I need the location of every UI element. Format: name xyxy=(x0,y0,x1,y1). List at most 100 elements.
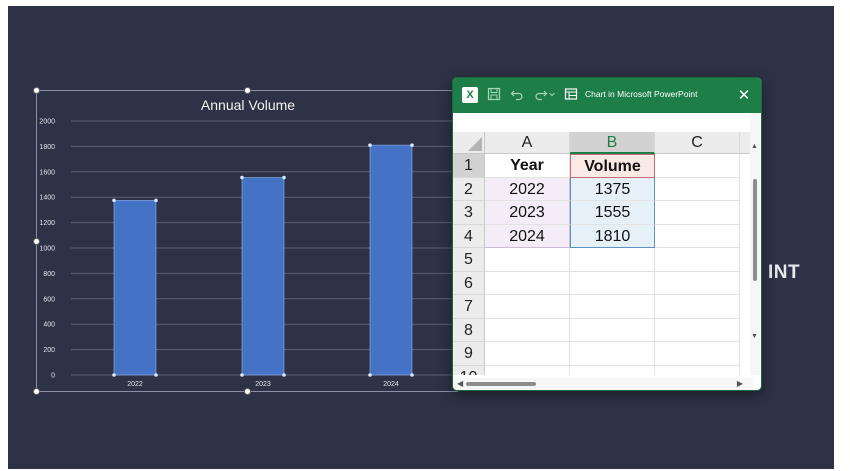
excel-datasheet-window[interactable]: X Chart in Microsoft PowerPoint ✕ A B C … xyxy=(452,77,762,391)
redo-dropdown-icon[interactable] xyxy=(548,87,556,103)
empty-cell[interactable] xyxy=(570,271,655,295)
cell-b2[interactable]: 1375 xyxy=(570,177,655,201)
y-tick-label: 0 xyxy=(51,373,55,380)
column-header-b[interactable]: B xyxy=(570,132,655,154)
bar-selection-handle xyxy=(240,373,244,377)
chart-bars xyxy=(112,143,414,377)
bar-selection-handle xyxy=(154,198,158,203)
close-icon[interactable]: ✕ xyxy=(735,85,753,105)
row-header-7[interactable]: 7 xyxy=(453,295,485,319)
horizontal-scrollbar[interactable]: ◀ ▶ xyxy=(453,378,753,390)
resize-handle-bottom-left[interactable] xyxy=(33,388,40,395)
cell-c1[interactable] xyxy=(655,154,740,178)
bar-selection-handle xyxy=(410,143,414,147)
row-header-5[interactable]: 5 xyxy=(453,248,485,272)
y-tick-label: 400 xyxy=(43,322,55,329)
excel-logo-icon: X xyxy=(462,87,478,103)
y-tick-label: 2000 xyxy=(39,119,55,126)
empty-cell[interactable] xyxy=(485,271,570,295)
bar-2024[interactable] xyxy=(369,144,413,376)
column-header-a[interactable]: A xyxy=(485,132,570,154)
scroll-down-icon[interactable]: ▼ xyxy=(751,333,758,340)
row-header-2[interactable]: 2 xyxy=(453,177,485,201)
row-header-6[interactable]: 6 xyxy=(453,271,485,295)
scroll-right-icon[interactable]: ▶ xyxy=(737,379,743,388)
horizontal-scroll-thumb[interactable] xyxy=(466,382,536,386)
resize-handle-top-middle[interactable] xyxy=(244,87,251,94)
undo-icon[interactable] xyxy=(509,87,525,103)
empty-cell[interactable] xyxy=(570,295,655,319)
column-header-c[interactable]: C xyxy=(655,132,740,154)
resize-handle-bottom-middle[interactable] xyxy=(244,388,251,395)
row-header-8[interactable]: 8 xyxy=(453,318,485,342)
x-axis-ticks: 2022 2023 2024 xyxy=(127,381,399,388)
y-tick-label: 800 xyxy=(43,271,55,278)
cell-a1[interactable]: Year xyxy=(485,154,570,178)
y-tick-label: 1600 xyxy=(39,169,55,176)
cell-c4[interactable] xyxy=(655,224,740,248)
row-header-10[interactable]: 10 xyxy=(453,365,485,375)
empty-cell[interactable] xyxy=(655,248,740,272)
select-all-corner[interactable] xyxy=(453,132,485,154)
y-axis-ticks: 0 200 400 600 800 1000 1200 1400 1600 1800 2000 xyxy=(39,119,55,380)
empty-cell[interactable] xyxy=(570,318,655,342)
scroll-up-icon[interactable]: ▲ xyxy=(751,143,758,150)
vertical-scroll-thumb[interactable] xyxy=(753,179,757,281)
empty-cell[interactable] xyxy=(485,318,570,342)
empty-cell[interactable] xyxy=(570,365,655,375)
cell-c2[interactable] xyxy=(655,177,740,201)
row-header-9[interactable]: 9 xyxy=(453,342,485,366)
cell-a3[interactable]: 2023 xyxy=(485,201,570,225)
x-tick-label: 2024 xyxy=(383,381,399,388)
bar-selection-handle xyxy=(240,175,244,180)
bar-selection-handle xyxy=(154,373,158,377)
cell-a2[interactable]: 2022 xyxy=(485,177,570,201)
empty-cell[interactable] xyxy=(485,295,570,319)
y-tick-label: 1800 xyxy=(39,144,55,151)
cell-b3[interactable]: 1555 xyxy=(570,201,655,225)
x-tick-label: 2023 xyxy=(255,381,271,388)
cell-c3[interactable] xyxy=(655,201,740,225)
vertical-scrollbar[interactable]: ▲ ▼ xyxy=(750,113,760,375)
excel-titlebar[interactable]: X Chart in Microsoft PowerPoint ✕ xyxy=(453,78,761,113)
bar-selection-handle xyxy=(368,373,372,377)
empty-cell[interactable] xyxy=(570,248,655,272)
resize-handle-top-left[interactable] xyxy=(33,87,40,94)
bar-2023[interactable] xyxy=(241,177,285,376)
cell-a4[interactable]: 2024 xyxy=(485,224,570,248)
bar-selection-handle xyxy=(112,373,116,377)
save-icon[interactable] xyxy=(486,87,502,103)
chart-object[interactable]: Annual Volume 0 200 400 600 800 1000 1200 1400 1… xyxy=(33,87,458,395)
empty-cell[interactable] xyxy=(655,342,740,366)
empty-cell[interactable] xyxy=(655,295,740,319)
row-header-3[interactable]: 3 xyxy=(453,201,485,225)
excel-window-title: Chart in Microsoft PowerPoint xyxy=(585,89,698,99)
row-header-4[interactable]: 4 xyxy=(453,224,485,248)
y-tick-label: 1000 xyxy=(39,246,55,253)
y-tick-label: 1200 xyxy=(39,220,55,227)
row-header-1[interactable]: 1 xyxy=(453,154,485,178)
empty-cell[interactable] xyxy=(570,342,655,366)
datasheet-icon[interactable] xyxy=(563,87,579,103)
bar-selection-handle xyxy=(282,175,286,180)
scroll-left-icon[interactable]: ◀ xyxy=(457,379,463,388)
empty-cell[interactable] xyxy=(485,342,570,366)
resize-handle-middle-left[interactable] xyxy=(33,238,40,245)
empty-cell[interactable] xyxy=(655,365,740,375)
empty-cell[interactable] xyxy=(485,365,570,375)
y-tick-label: 1400 xyxy=(39,195,55,202)
cell-b4[interactable]: 1810 xyxy=(570,224,655,248)
x-tick-label: 2022 xyxy=(127,381,143,388)
bar-2022[interactable] xyxy=(113,200,157,376)
cell-b1[interactable]: Volume xyxy=(570,154,655,178)
bar-selection-handle xyxy=(112,198,116,203)
bar-selection-handle xyxy=(282,373,286,377)
bar-selection-handle xyxy=(368,143,372,147)
empty-cell[interactable] xyxy=(485,248,570,272)
redo-icon[interactable] xyxy=(533,87,549,103)
chart-title: Annual Volume xyxy=(201,97,295,113)
bar-selection-handle xyxy=(410,373,414,377)
empty-cell[interactable] xyxy=(655,318,740,342)
spreadsheet-grid[interactable]: A B C 1 2 3 4 5 6 7 8 9 10 Year Volume 2… xyxy=(453,113,751,375)
empty-cell[interactable] xyxy=(655,271,740,295)
